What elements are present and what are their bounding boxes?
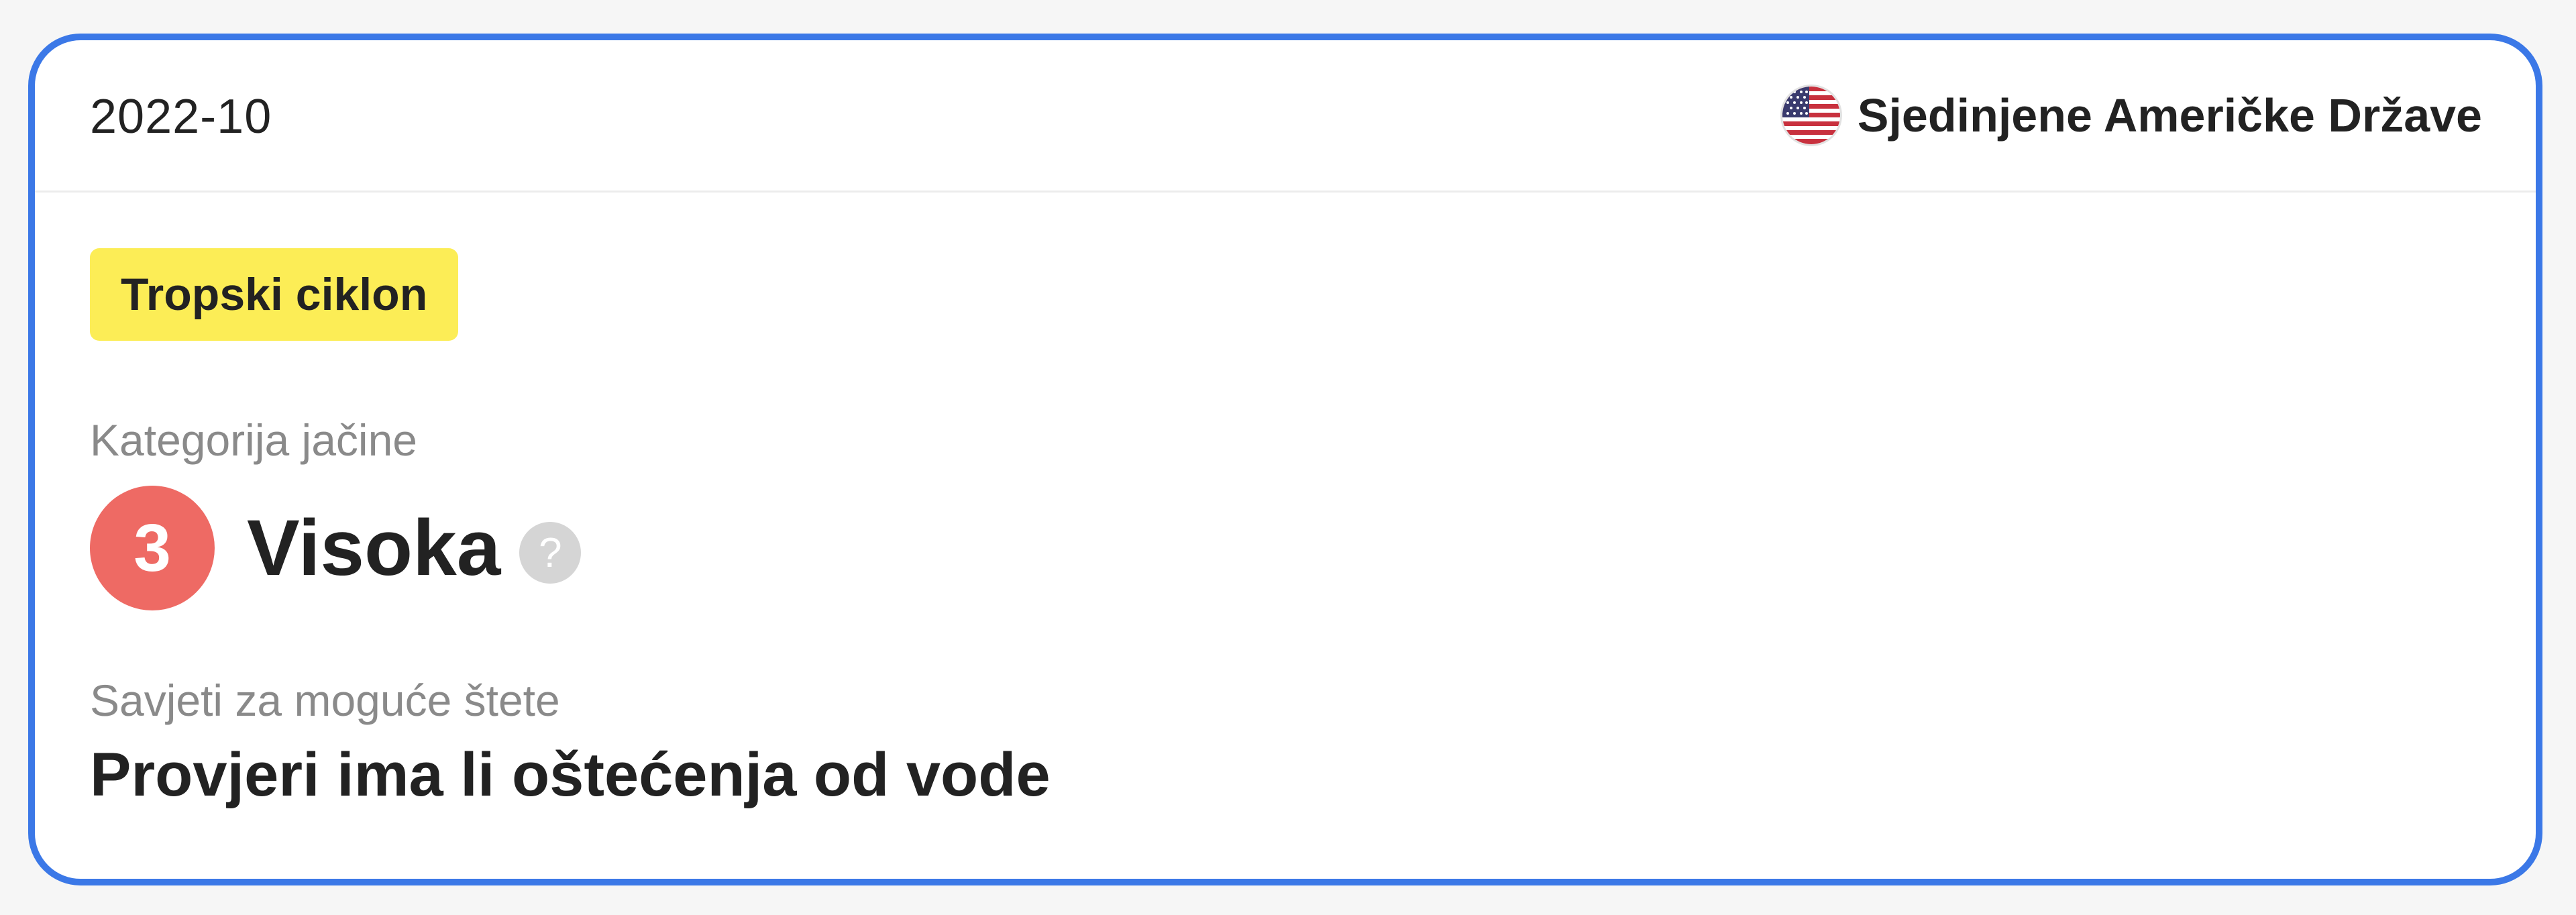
- severity-level-badge: 3: [90, 486, 215, 610]
- severity-label: Kategorija jačine: [90, 415, 417, 465]
- country-name: Sjedinjene Američke Države: [1857, 89, 2482, 142]
- severity-row: 3 Visoka ?: [90, 486, 582, 610]
- advice-label: Savjeti za moguće štete: [90, 676, 560, 725]
- event-date: 2022-10: [90, 90, 272, 144]
- severity-text: Visoka: [247, 504, 501, 592]
- event-type-badge: Tropski ciklon: [90, 248, 459, 341]
- advice-text: Provjeri ima li oštećenja od vode: [90, 741, 1051, 809]
- disaster-card: 2022-10 Sjedinjene Američke Države Trops…: [28, 34, 2542, 885]
- country: Sjedinjene Američke Države: [1782, 80, 2482, 150]
- card-header: 2022-10 Sjedinjene Američke Države: [35, 40, 2536, 193]
- us-flag-icon: [1782, 87, 1840, 144]
- help-icon[interactable]: ?: [519, 522, 582, 584]
